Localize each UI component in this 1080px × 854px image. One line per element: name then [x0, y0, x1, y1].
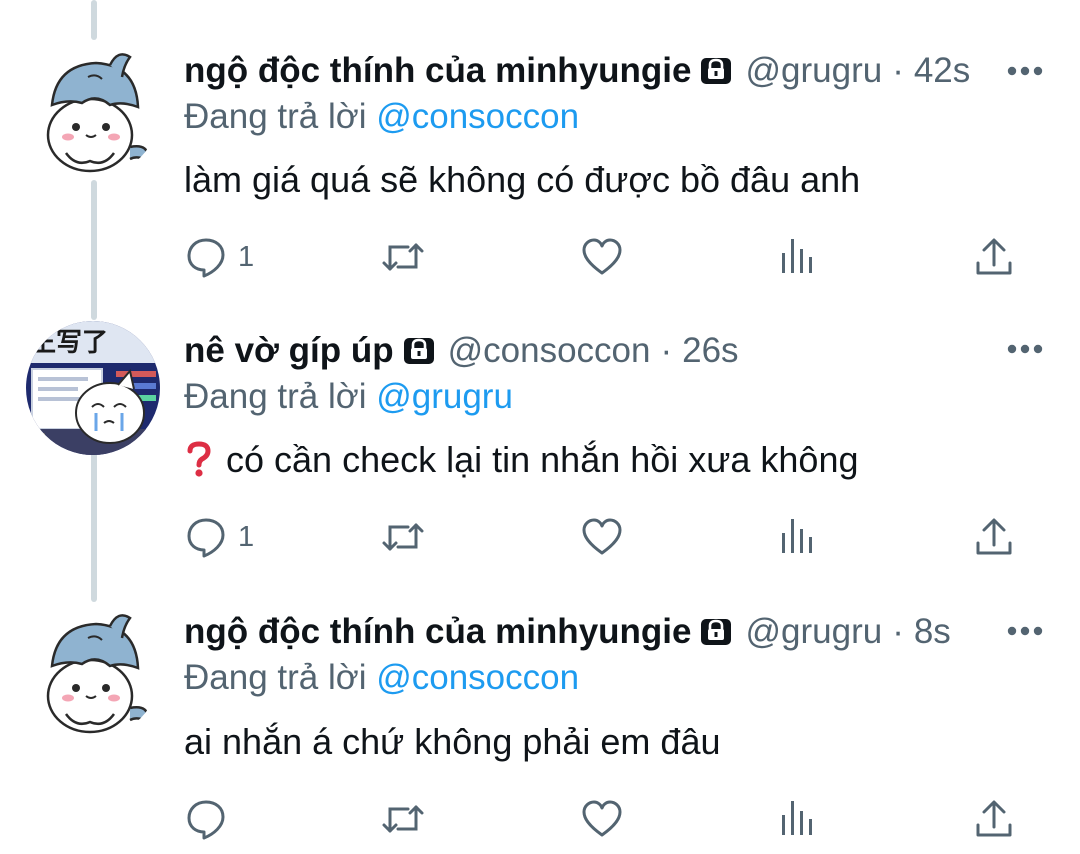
share-icon: [976, 238, 1012, 275]
reply-prefix: Đang trả lời: [184, 97, 377, 136]
tweet[interactable]: 王写了 nê vờ gíp úp @consoccon · 26s Đang t…: [0, 282, 1080, 564]
reply-context: Đang trả lời @grugru: [184, 374, 513, 420]
views-icon: [782, 239, 812, 273]
reply-prefix: Đang trả lời: [184, 658, 377, 697]
tweet[interactable]: ngộ độc thính của minhyungie @grugru · 4…: [0, 0, 1080, 282]
like-button[interactable]: [580, 512, 624, 562]
reply-button[interactable]: 1: [184, 512, 254, 562]
action-bar: 1: [184, 512, 1024, 562]
lock-icon: [403, 338, 434, 364]
reply-count: 1: [238, 520, 255, 553]
views-icon: [782, 519, 812, 553]
tweet-text-content: làm giá quá sẽ không có được bồ đâu anh: [184, 159, 861, 200]
more-icon[interactable]: [1003, 334, 1047, 364]
reply-button[interactable]: 1: [184, 232, 254, 282]
tweet-header: ngộ độc thính của minhyungie @grugru · 4…: [184, 48, 970, 94]
timestamp[interactable]: 42s: [914, 48, 970, 94]
lock-icon: [701, 58, 732, 84]
like-icon: [582, 800, 622, 837]
retweet-icon: [382, 523, 424, 551]
reply-icon: [187, 518, 225, 558]
blue-hat-creature-avatar-icon: [26, 604, 160, 738]
reply-icon: [187, 800, 225, 840]
retweet-button[interactable]: [380, 232, 426, 282]
mention-link[interactable]: @consoccon: [376, 97, 579, 136]
svg-text:王写了: 王写了: [30, 328, 108, 358]
retweet-button[interactable]: [380, 794, 426, 844]
share-button[interactable]: [972, 512, 1016, 562]
avatar[interactable]: 王写了: [26, 321, 160, 455]
handle[interactable]: @consoccon: [448, 328, 651, 374]
reply-icon: [187, 238, 225, 278]
handle[interactable]: @grugru: [745, 48, 882, 94]
views-button[interactable]: [778, 512, 818, 562]
separator-dot: ·: [892, 51, 904, 90]
separator-dot: ·: [892, 612, 904, 651]
reply-count: 1: [238, 240, 255, 273]
more-icon[interactable]: [1003, 616, 1047, 646]
crying-creature-at-computer-avatar-icon: 王写了: [26, 321, 160, 455]
tweet-header: ngộ độc thính của minhyungie @grugru · 8…: [184, 609, 951, 655]
like-icon: [582, 238, 622, 275]
reply-prefix: Đang trả lời: [184, 377, 377, 416]
mention-link[interactable]: @grugru: [376, 377, 513, 416]
question-icon: [184, 441, 214, 479]
share-button[interactable]: [972, 794, 1016, 844]
display-name[interactable]: ngộ độc thính của minhyungie: [184, 609, 691, 655]
more-icon[interactable]: [1003, 56, 1047, 86]
tweet-text-content: có cần check lại tin nhắn hồi xưa không: [226, 439, 859, 480]
reply-context: Đang trả lời @consoccon: [184, 655, 579, 701]
like-icon: [582, 518, 622, 555]
views-button[interactable]: [778, 794, 818, 844]
retweet-icon: [382, 805, 424, 833]
tweet-text-content: ai nhắn á chứ không phải em đâu: [184, 721, 721, 762]
views-icon: [782, 801, 812, 835]
timestamp[interactable]: 26s: [682, 328, 738, 374]
tweet[interactable]: ngộ độc thính của minhyungie @grugru · 8…: [0, 564, 1080, 854]
share-icon: [976, 518, 1012, 555]
blue-hat-creature-avatar-icon: [26, 43, 160, 177]
views-button[interactable]: [778, 232, 818, 282]
timestamp[interactable]: 8s: [914, 609, 951, 655]
tweet-text: ai nhắn á chứ không phải em đâu: [184, 718, 720, 766]
mention-link[interactable]: @consoccon: [376, 658, 579, 697]
avatar[interactable]: [26, 604, 160, 738]
like-button[interactable]: [580, 794, 624, 844]
action-bar: 1: [184, 232, 1024, 282]
retweet-button[interactable]: [380, 512, 426, 562]
reply-context: Đang trả lời @consoccon: [184, 94, 579, 140]
display-name[interactable]: nê vờ gíp úp: [184, 328, 394, 374]
share-icon: [976, 800, 1012, 837]
action-bar: [184, 794, 1024, 844]
retweet-icon: [382, 243, 424, 271]
like-button[interactable]: [580, 232, 624, 282]
handle[interactable]: @grugru: [745, 609, 882, 655]
tweet-text: có cần check lại tin nhắn hồi xưa không: [184, 436, 859, 484]
avatar[interactable]: [26, 43, 160, 177]
share-button[interactable]: [972, 232, 1016, 282]
lock-icon: [701, 619, 732, 645]
tweet-header: nê vờ gíp úp @consoccon · 26s: [184, 328, 739, 374]
reply-button[interactable]: [184, 794, 238, 844]
tweet-text: làm giá quá sẽ không có được bồ đâu anh: [184, 156, 860, 204]
separator-dot: ·: [660, 331, 673, 370]
display-name[interactable]: ngộ độc thính của minhyungie: [184, 48, 691, 94]
